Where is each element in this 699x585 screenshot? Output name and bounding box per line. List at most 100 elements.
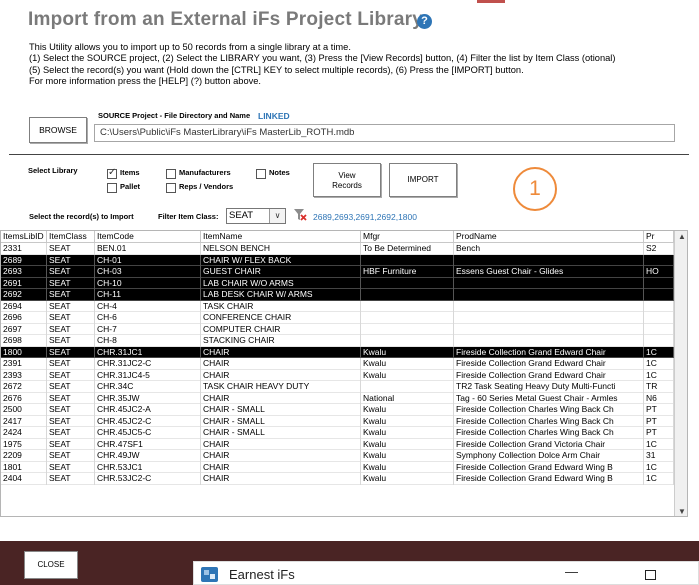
table-row[interactable]: 2689 SEAT CH-01 CHAIR W/ FLEX BACK: [1, 254, 687, 266]
table-row[interactable]: 1975 SEAT CHR.47SF1 CHAIR Kwalu Fireside Coll…: [1, 438, 687, 450]
table-cell: [644, 277, 674, 289]
column-header[interactable]: ItemsLibID: [1, 231, 47, 243]
scroll-up-icon[interactable]: ▲: [678, 232, 686, 241]
table-cell: 2404: [1, 473, 47, 485]
minimize-icon[interactable]: —: [565, 564, 578, 579]
table-cell: CHAIR: [201, 438, 361, 450]
table-row[interactable]: 2696 SEAT CH-6 CONFERENCE CHAIR: [1, 312, 687, 324]
table-row[interactable]: 2676 SEAT CHR.35JW CHAIR National Tag - 60 Se…: [1, 392, 687, 404]
table-cell: CHR.45JC5-C: [95, 427, 201, 439]
maximize-icon[interactable]: [645, 570, 656, 580]
table-cell: 2697: [1, 323, 47, 335]
column-header[interactable]: ItemCode: [95, 231, 201, 243]
table-cell: 2424: [1, 427, 47, 439]
table-cell: 2676: [1, 392, 47, 404]
notes-label: Notes: [269, 168, 290, 177]
pallet-checkbox[interactable]: [107, 183, 117, 193]
table-cell: 2698: [1, 335, 47, 347]
clear-filter-icon[interactable]: [293, 208, 307, 222]
table-cell: Tag - 60 Series Metal Guest Chair - Arml…: [454, 392, 644, 404]
column-header[interactable]: Pr: [644, 231, 674, 243]
table-cell: SEAT: [47, 369, 95, 381]
table-cell: [361, 254, 454, 266]
table-row[interactable]: 2697 SEAT CH-7 COMPUTER CHAIR: [1, 323, 687, 335]
view-records-line: View: [338, 171, 356, 180]
table-row[interactable]: 2393 SEAT CHR.31JC4-5 CHAIR Kwalu Fireside Co…: [1, 369, 687, 381]
filter-item-class-select[interactable]: SEAT ∨: [226, 208, 286, 224]
table-cell: Bench: [454, 243, 644, 255]
table-cell: [361, 289, 454, 301]
reps-vendors-label: Reps / Vendors: [179, 182, 234, 191]
table-cell: SEAT: [47, 461, 95, 473]
column-header[interactable]: ItemClass: [47, 231, 95, 243]
table-row[interactable]: 2693 SEAT CH-03 GUEST CHAIR HBF Furniture Ess…: [1, 266, 687, 278]
table-cell: 2331: [1, 243, 47, 255]
table-cell: Kwalu: [361, 369, 454, 381]
manufacturers-checkbox[interactable]: [166, 169, 176, 179]
vertical-scrollbar[interactable]: ▲ ▼: [674, 231, 687, 516]
table-cell: Fireside Collection Grand Edward Chair: [454, 358, 644, 370]
table-cell: [361, 335, 454, 347]
table-cell: 1801: [1, 461, 47, 473]
table-row[interactable]: 2500 SEAT CHR.45JC2-A CHAIR - SMALL Kwalu Fir…: [1, 404, 687, 416]
table-row[interactable]: 2692 SEAT CH-11 LAB DESK CHAIR W/ ARMS: [1, 289, 687, 301]
table-row[interactable]: 2694 SEAT CH-4 TASK CHAIR: [1, 300, 687, 312]
browse-button[interactable]: BROWSE: [29, 117, 87, 143]
table-cell: SEAT: [47, 381, 95, 393]
table-cell: [644, 300, 674, 312]
table-row[interactable]: 2391 SEAT CHR.31JC2-C CHAIR Kwalu Fireside Co…: [1, 358, 687, 370]
help-icon[interactable]: ?: [417, 14, 432, 29]
table-cell: SEAT: [47, 312, 95, 324]
table-cell: SEAT: [47, 254, 95, 266]
table-cell: SEAT: [47, 404, 95, 416]
table-cell: TR2 Task Seating Heavy Duty Multi-Functi: [454, 381, 644, 393]
table-cell: [644, 254, 674, 266]
view-records-button[interactable]: View Records: [313, 163, 381, 197]
reps-vendors-checkbox[interactable]: [166, 183, 176, 193]
table-row[interactable]: 2424 SEAT CHR.45JC5-C CHAIR - SMALL Kwalu Fir…: [1, 427, 687, 439]
table-row[interactable]: 2404 SEAT CHR.53JC2-C CHAIR Kwalu Fireside Co…: [1, 473, 687, 485]
table-row[interactable]: 1800 SEAT CHR.31JC1 CHAIR Kwalu Fireside Coll…: [1, 346, 687, 358]
table-cell: CHAIR: [201, 473, 361, 485]
table-cell: 1800: [1, 346, 47, 358]
column-header[interactable]: ItemName: [201, 231, 361, 243]
table-cell: CHR.49JW: [95, 450, 201, 462]
table-cell: 1C: [644, 346, 674, 358]
import-button[interactable]: IMPORT: [389, 163, 457, 197]
table-cell: CHR.53JC2-C: [95, 473, 201, 485]
table-cell: [644, 335, 674, 347]
notes-checkbox[interactable]: [256, 169, 266, 179]
column-header[interactable]: ProdName: [454, 231, 644, 243]
table-cell: CHAIR: [201, 461, 361, 473]
table-cell: Fireside Collection Grand Edward Chair: [454, 346, 644, 358]
table-cell: 2417: [1, 415, 47, 427]
table-cell: CHR.45JC2-C: [95, 415, 201, 427]
table-cell: TR: [644, 381, 674, 393]
table-cell: 2696: [1, 312, 47, 324]
table-row[interactable]: 1801 SEAT CHR.53JC1 CHAIR Kwalu Fireside Coll…: [1, 461, 687, 473]
table-cell: CHAIR: [201, 450, 361, 462]
table-cell: CHR.35JW: [95, 392, 201, 404]
scroll-down-icon[interactable]: ▼: [678, 507, 686, 516]
section-divider: [9, 154, 689, 155]
table-row[interactable]: 2209 SEAT CHR.49JW CHAIR Kwalu Symphony Colle…: [1, 450, 687, 462]
top-strip: [0, 0, 699, 3]
table-cell: CH-01: [95, 254, 201, 266]
records-grid[interactable]: ItemsLibID ItemClass ItemCode ItemName M…: [0, 230, 688, 517]
table-row[interactable]: 2698 SEAT CH-8 STACKING CHAIR: [1, 335, 687, 347]
column-header[interactable]: Mfgr: [361, 231, 454, 243]
close-button[interactable]: CLOSE: [24, 551, 78, 579]
table-cell: CHR.31JC4-5: [95, 369, 201, 381]
table-cell: SEAT: [47, 277, 95, 289]
table-cell: 1C: [644, 358, 674, 370]
app-window-titlebar[interactable]: Earnest iFs —: [193, 561, 699, 585]
items-checkbox[interactable]: [107, 167, 117, 179]
table-row[interactable]: 2691 SEAT CH-10 LAB CHAIR W/O ARMS: [1, 277, 687, 289]
table-row[interactable]: 2672 SEAT CHR.34C TASK CHAIR HEAVY DUTY TR2 …: [1, 381, 687, 393]
table-cell: SEAT: [47, 438, 95, 450]
table-row[interactable]: 2331 SEAT BEN.01 NELSON BENCH To Be Determin…: [1, 243, 687, 255]
table-cell: CHAIR: [201, 358, 361, 370]
source-path-field[interactable]: C:\Users\Public\iFs MasterLibrary\iFs Ma…: [94, 124, 675, 142]
table-row[interactable]: 2417 SEAT CHR.45JC2-C CHAIR - SMALL Kwalu Fir…: [1, 415, 687, 427]
chevron-down-icon[interactable]: ∨: [269, 209, 285, 223]
